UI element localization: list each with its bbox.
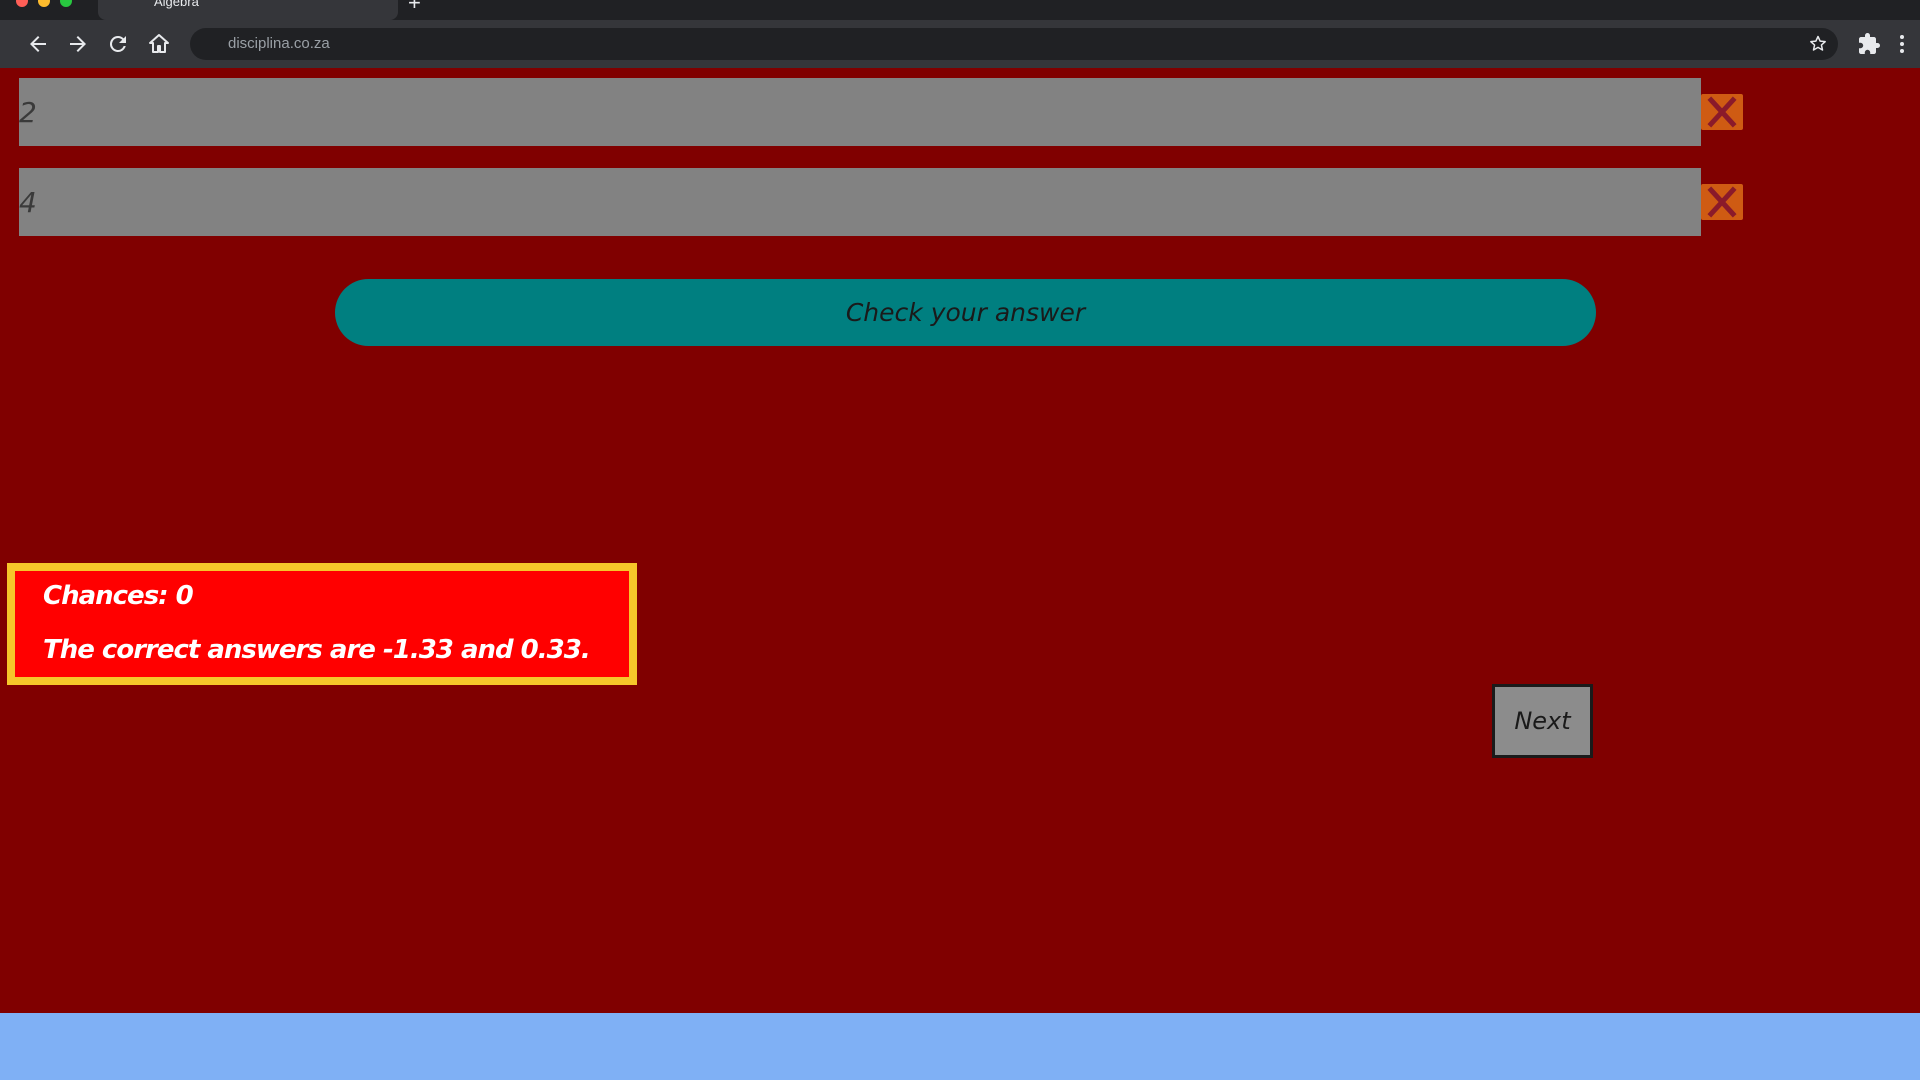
new-tab-button[interactable]: +: [408, 0, 421, 14]
tab-algebra[interactable]: Algebra: [98, 0, 398, 20]
answer-field-2[interactable]: [19, 168, 1701, 236]
browser-tab-strip: Algebra +: [0, 0, 1920, 20]
window-minimize-button[interactable]: [38, 0, 50, 7]
star-icon[interactable]: [1808, 34, 1828, 54]
kebab-menu-icon[interactable]: [1890, 32, 1914, 56]
incorrect-x-icon: [1701, 184, 1743, 220]
window-close-button[interactable]: [16, 0, 28, 7]
browser-toolbar: disciplina.co.za: [0, 20, 1920, 68]
puzzle-extension-icon[interactable]: [1857, 32, 1881, 56]
back-arrow-icon[interactable]: [26, 32, 50, 56]
feedback-box: Chances: 0 The correct answers are -1.33…: [7, 563, 637, 685]
correct-answers-text: The correct answers are -1.33 and 0.33.: [43, 635, 591, 665]
quiz-page: Check your answer Chances: 0 The correct…: [0, 68, 1920, 1013]
next-button[interactable]: Next: [1492, 684, 1593, 758]
tab-title: Algebra: [154, 0, 199, 9]
url-text: disciplina.co.za: [228, 35, 330, 52]
chances-text: Chances: 0: [43, 581, 194, 611]
home-icon[interactable]: [147, 32, 171, 56]
address-bar[interactable]: disciplina.co.za: [190, 28, 1838, 60]
reload-icon[interactable]: [106, 32, 130, 56]
answer-field-1[interactable]: [19, 78, 1701, 146]
incorrect-x-icon: [1701, 94, 1743, 130]
forward-arrow-icon[interactable]: [66, 32, 90, 56]
check-answer-button[interactable]: Check your answer: [335, 279, 1596, 346]
window-maximize-button[interactable]: [60, 0, 72, 7]
desktop-background: [0, 1013, 1920, 1080]
